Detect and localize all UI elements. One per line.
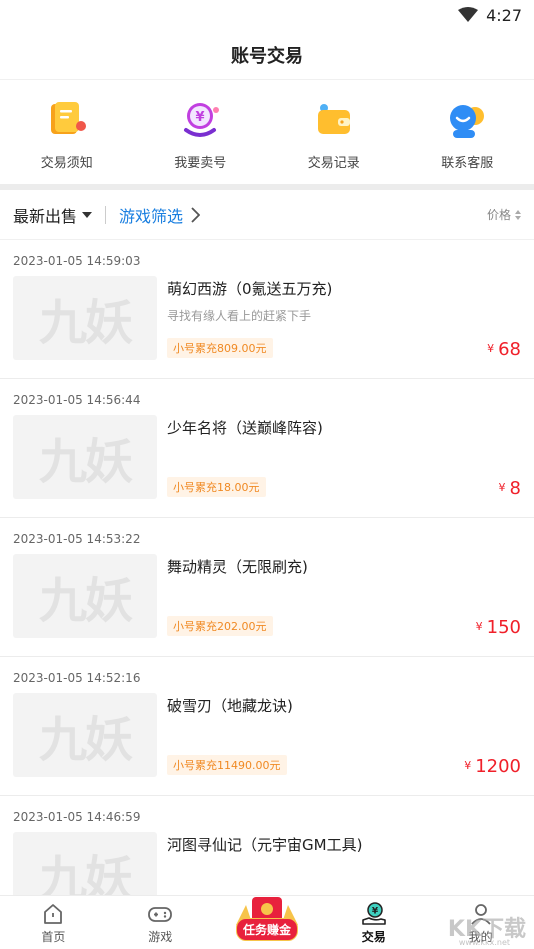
caret-down-icon bbox=[82, 211, 93, 218]
listing-time: 2023-01-05 14:52:16 bbox=[13, 671, 141, 685]
tab-promo-label: 任务赚金 bbox=[235, 918, 298, 941]
wifi-icon bbox=[458, 7, 479, 22]
quick-item-sell-account[interactable]: ¥ 我要卖号 bbox=[134, 96, 268, 184]
quick-item-contact-service[interactable]: 联系客服 bbox=[401, 96, 534, 184]
customer-service-icon bbox=[450, 105, 485, 138]
quick-label-sell-account: 我要卖号 bbox=[174, 156, 227, 171]
home-icon bbox=[44, 904, 63, 924]
game-filter-label: 游戏筛选 bbox=[119, 206, 184, 226]
price-value: 68 bbox=[498, 339, 521, 360]
recharge-tag: 小号累充18.00元 bbox=[167, 477, 266, 497]
recharge-tag: 小号累充202.00元 bbox=[167, 616, 273, 636]
page-title: 账号交易 bbox=[0, 30, 534, 80]
listing-title: 舞动精灵（无限刷充) bbox=[167, 558, 308, 576]
trade-hand-coin-icon: ¥ bbox=[361, 902, 386, 925]
listing-thumbnail: 九妖 bbox=[13, 276, 157, 360]
listing-title: 萌幻西游（0氪送五万充) bbox=[167, 280, 333, 298]
listing-desc: 寻找有缘人看上的赶紧下手 bbox=[167, 309, 312, 323]
watermark-url: www.kkx.net bbox=[458, 938, 510, 947]
tab-games[interactable]: 游戏 bbox=[107, 896, 214, 949]
currency-symbol: ¥ bbox=[498, 481, 506, 494]
listing-item[interactable]: 2023-01-05 14:59:03 九妖 萌幻西游（0氪送五万充) 寻找有缘… bbox=[0, 240, 534, 379]
listing-price: ¥8 bbox=[499, 478, 521, 499]
price-sort-button[interactable]: 价格 bbox=[487, 206, 521, 223]
listing-time: 2023-01-05 14:46:59 bbox=[13, 810, 141, 824]
sell-account-icon: ¥ bbox=[184, 103, 220, 137]
listing-thumbnail: 九妖 bbox=[13, 693, 157, 777]
status-bar: 4:27 bbox=[0, 0, 534, 30]
price-value: 150 bbox=[486, 617, 521, 638]
listing-title: 河图寻仙记（元宇宙GM工具) bbox=[167, 836, 363, 854]
listing-time: 2023-01-05 14:59:03 bbox=[13, 254, 141, 268]
currency-symbol: ¥ bbox=[475, 620, 483, 633]
quick-menu: 交易须知 ¥ 我要卖号 交易记录 联系客服 bbox=[0, 80, 534, 184]
quick-label-trade-record: 交易记录 bbox=[307, 156, 360, 171]
recharge-tag: 小号累充11490.00元 bbox=[167, 755, 287, 775]
thumbnail-logo-text: 九妖 bbox=[38, 573, 133, 629]
latest-sale-dropdown[interactable]: 最新出售 bbox=[13, 203, 93, 227]
filter-bar: 最新出售 游戏筛选 价格 bbox=[0, 190, 534, 240]
recharge-tag: 小号累充809.00元 bbox=[167, 338, 273, 358]
quick-item-trade-notice[interactable]: 交易须知 bbox=[0, 96, 134, 184]
listing-price: ¥1200 bbox=[464, 756, 521, 777]
game-filter-button[interactable]: 游戏筛选 bbox=[119, 203, 201, 227]
listing-item[interactable]: 2023-01-05 14:56:44 九妖 少年名将（送巅峰阵容) 小号累充1… bbox=[0, 379, 534, 518]
tab-games-label: 游戏 bbox=[148, 930, 173, 944]
wallet-record-icon bbox=[317, 104, 350, 134]
latest-sale-label: 最新出售 bbox=[13, 206, 78, 226]
tab-trade-label: 交易 bbox=[361, 930, 386, 944]
chevron-right-icon bbox=[191, 206, 201, 223]
listing-thumbnail: 九妖 bbox=[13, 554, 157, 638]
listing-time: 2023-01-05 14:53:22 bbox=[13, 532, 141, 546]
listing-price: ¥150 bbox=[476, 617, 521, 638]
tab-home[interactable]: 首页 bbox=[0, 896, 107, 949]
filter-divider bbox=[105, 205, 107, 224]
listing-title: 破雪刃（地藏龙诀) bbox=[167, 697, 293, 715]
thumbnail-logo-text: 九妖 bbox=[38, 434, 133, 490]
listing-time: 2023-01-05 14:56:44 bbox=[13, 393, 141, 407]
listing-title: 少年名将（送巅峰阵容) bbox=[167, 419, 323, 437]
thumbnail-logo-text: 九妖 bbox=[38, 712, 133, 768]
price-value: 8 bbox=[509, 478, 521, 499]
gamepad-icon bbox=[148, 907, 173, 922]
sort-icon bbox=[515, 209, 521, 220]
status-time: 4:27 bbox=[486, 5, 522, 25]
currency-symbol: ¥ bbox=[464, 759, 472, 772]
svg-text:¥: ¥ bbox=[196, 110, 205, 125]
listing-thumbnail: 九妖 bbox=[13, 415, 157, 499]
tab-home-label: 首页 bbox=[41, 930, 66, 944]
quick-item-trade-record[interactable]: 交易记录 bbox=[267, 96, 401, 184]
quick-label-trade-notice: 交易须知 bbox=[40, 156, 93, 171]
price-value: 1200 bbox=[475, 756, 521, 777]
thumbnail-logo-text: 九妖 bbox=[38, 295, 133, 351]
listing-price: ¥68 bbox=[487, 339, 521, 360]
svg-text:¥: ¥ bbox=[372, 907, 379, 917]
listing-item[interactable]: 2023-01-05 14:53:22 九妖 舞动精灵（无限刷充) 小号累充20… bbox=[0, 518, 534, 657]
notice-icon bbox=[50, 102, 86, 134]
tab-promo-task[interactable]: 任务赚金 bbox=[214, 896, 321, 949]
price-sort-label: 价格 bbox=[486, 208, 511, 222]
quick-label-contact-service: 联系客服 bbox=[441, 156, 494, 171]
tab-trade[interactable]: ¥ 交易 bbox=[320, 896, 427, 949]
listing-item[interactable]: 2023-01-05 14:52:16 九妖 破雪刃（地藏龙诀) 小号累充114… bbox=[0, 657, 534, 796]
listing-list: 2023-01-05 14:59:03 九妖 萌幻西游（0氪送五万充) 寻找有缘… bbox=[0, 240, 534, 935]
bottom-tab-bar: 首页 游戏 任务赚金 ¥ 交易 我的 KK下载 www.kkx.net bbox=[0, 895, 534, 949]
currency-symbol: ¥ bbox=[487, 342, 495, 355]
